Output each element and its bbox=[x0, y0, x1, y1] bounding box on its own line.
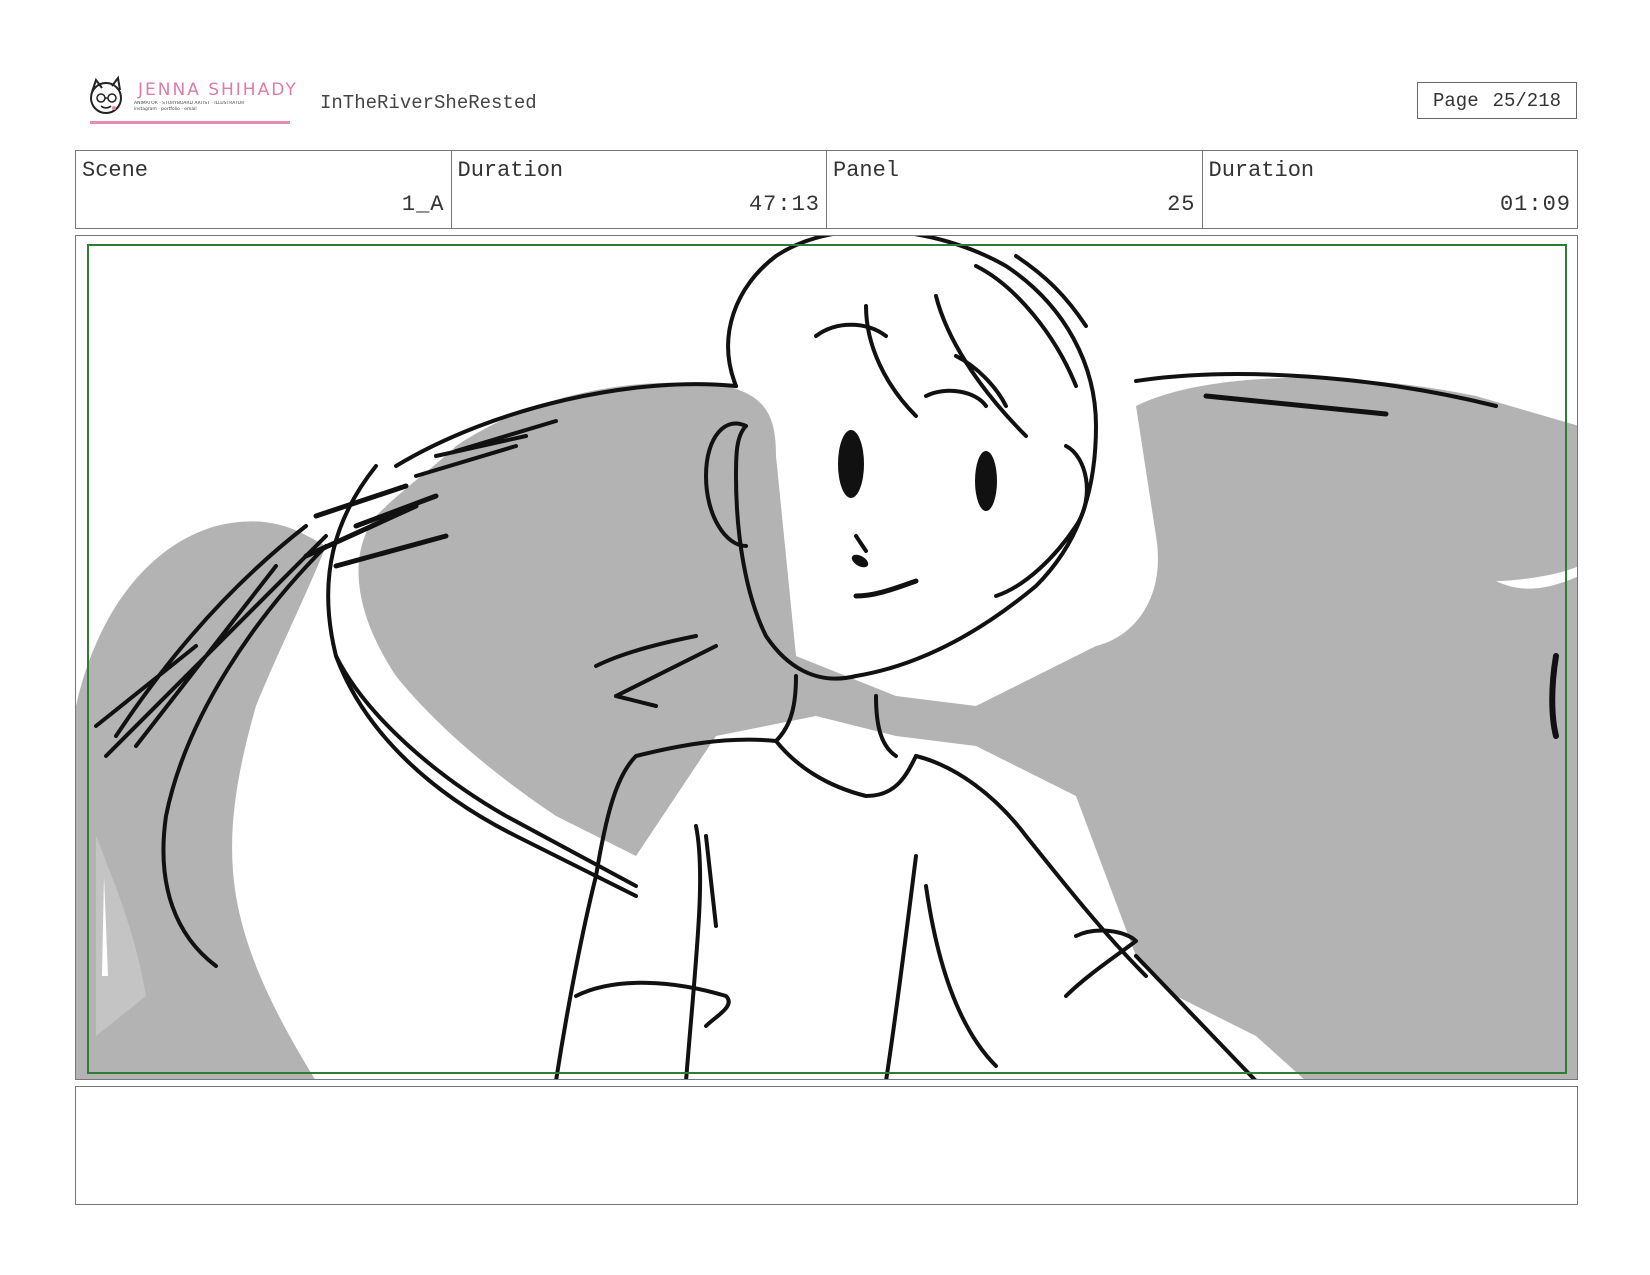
scene-duration-cell: Duration 47:13 bbox=[452, 151, 827, 228]
logo-name: JENNA SHIHADY bbox=[138, 80, 298, 100]
panel-value: 25 bbox=[1167, 192, 1196, 217]
panel-notes-box bbox=[75, 1086, 1578, 1205]
page-value: 25/218 bbox=[1492, 89, 1562, 112]
character-eyes bbox=[838, 430, 997, 568]
artist-logo: JENNA SHIHADY ANIMATOR · STORYBOARD ARTI… bbox=[84, 74, 296, 126]
shadow-fills bbox=[76, 377, 1577, 1079]
project-title: InTheRiverSheRested bbox=[320, 92, 537, 114]
panel-info-row: Scene 1_A Duration 47:13 Panel 25 Durati… bbox=[75, 150, 1578, 229]
artist-avatar-icon bbox=[90, 75, 122, 114]
storyboard-panel bbox=[75, 235, 1578, 1080]
scene-cell: Scene 1_A bbox=[76, 151, 452, 228]
scene-label: Scene bbox=[82, 158, 149, 183]
scene-duration-value: 47:13 bbox=[748, 192, 820, 217]
panel-duration-cell: Duration 01:09 bbox=[1203, 151, 1578, 228]
panel-duration-label: Duration bbox=[1208, 158, 1315, 183]
logo-tagline: ANIMATOR · STORYBOARD ARTIST · ILLUSTRAT… bbox=[134, 101, 294, 113]
scene-duration-label: Duration bbox=[457, 158, 564, 183]
panel-duration-value: 01:09 bbox=[1499, 192, 1571, 217]
panel-label: Panel bbox=[833, 158, 900, 183]
storyboard-sketch bbox=[76, 236, 1577, 1079]
page-indicator: Page 25/218 bbox=[1417, 82, 1577, 119]
scene-value: 1_A bbox=[401, 192, 445, 217]
logo-underline bbox=[90, 121, 290, 124]
panel-cell: Panel 25 bbox=[827, 151, 1203, 228]
page-label: Page bbox=[1432, 89, 1479, 112]
logo-contact-text: instagram · portfolio · email bbox=[134, 107, 197, 112]
